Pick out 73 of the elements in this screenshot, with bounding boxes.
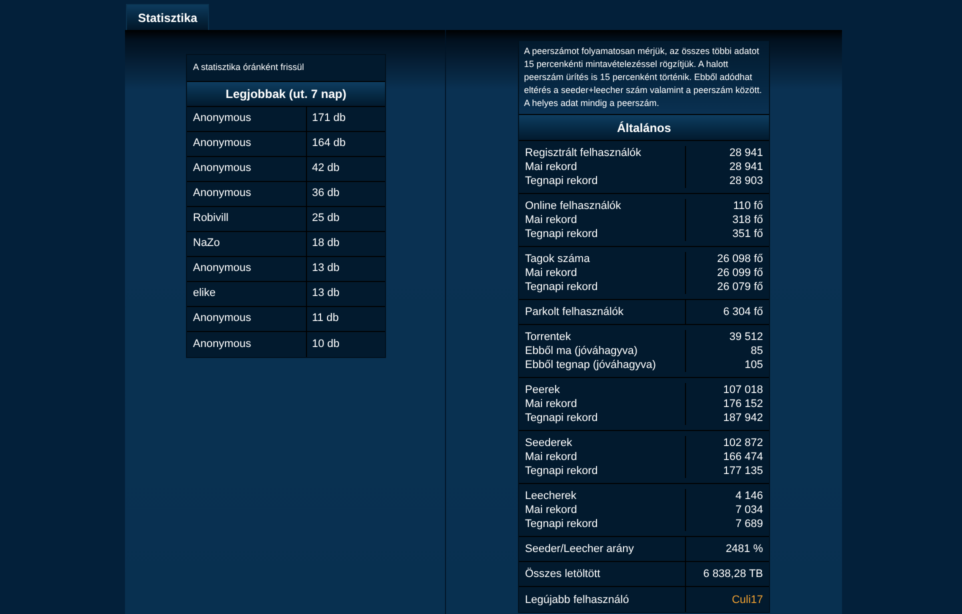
- stat-value: 26 098 fő: [717, 252, 763, 266]
- stat-value: 6 838,28 TB: [703, 567, 763, 581]
- stat-label: Mai rekord: [525, 213, 578, 227]
- stat-value: 26 099 fő: [717, 266, 763, 280]
- table-cell-text: 171 db: [311, 111, 347, 126]
- table-cell-text: 164 db: [311, 136, 347, 152]
- table-cell-text: 18 db: [311, 236, 341, 252]
- stat-value: 4 146: [735, 489, 763, 503]
- stat-label: Tegnapi rekord: [525, 227, 599, 241]
- stat-label: Tegnapi rekord: [525, 464, 599, 478]
- stat-value: 85: [750, 344, 763, 358]
- table-cell: Anonymous: [187, 132, 307, 156]
- stat-value: 28 941: [729, 160, 763, 174]
- stat-label: Online felhasználók: [525, 199, 622, 213]
- table-cell: NaZo: [187, 232, 307, 256]
- stat-label: Regisztrált felhasználók: [525, 146, 642, 160]
- table-cell: Robivill: [187, 206, 307, 230]
- table-cell-text: 13 db: [311, 286, 341, 302]
- stat-label: Mai rekord: [525, 397, 578, 411]
- table-cell: Anonymous: [187, 332, 307, 356]
- stat-label: Legújabb felhasználó: [525, 592, 630, 606]
- stat-label: Tegnapi rekord: [525, 280, 599, 294]
- stat-value: 7 034: [735, 503, 763, 517]
- stat-label: Mai rekord: [525, 266, 578, 280]
- stat-value: 187 942: [723, 411, 763, 425]
- stat-label: Tegnapi rekord: [525, 517, 599, 531]
- stat-label: Összes letöltött: [525, 567, 602, 581]
- table-cell: Anonymous: [187, 106, 307, 130]
- stat-label: Parkolt felhasználók: [525, 305, 624, 319]
- table-cell-text: 10 db: [311, 336, 341, 352]
- table-heading: Általános: [519, 115, 769, 141]
- table-cell: Anonymous: [187, 156, 307, 180]
- table-cell-text: 13 db: [311, 261, 341, 276]
- table-cell: Anonymous: [187, 182, 307, 206]
- tab[interactable]: Statisztika: [126, 4, 210, 30]
- stat-value: 2481 %: [726, 542, 763, 556]
- stat-label: Ebből tegnap (jóváhagyva): [525, 358, 657, 372]
- stat-label: Torrentek: [525, 330, 572, 344]
- stat-label: Tegnapi rekord: [525, 411, 599, 425]
- stat-value: 351 fő: [732, 227, 763, 241]
- stat-label: Leecherek: [525, 489, 578, 503]
- table-heading: Legjobbak (ut. 7 nap): [187, 82, 385, 106]
- stat-value: 102 872: [723, 436, 763, 450]
- table-cell: Anonymous: [187, 306, 307, 330]
- stat-value: 28 903: [729, 174, 763, 188]
- stat-label: Seederek: [525, 436, 574, 450]
- stat-label: Peerek: [525, 383, 561, 397]
- table-cell-text: 36 db: [311, 186, 341, 202]
- stat-value: 110 fő: [733, 199, 763, 213]
- stat-value: 39 512: [729, 330, 763, 344]
- table-cell-text: 42 db: [311, 161, 341, 176]
- table-cell: elike: [187, 282, 307, 306]
- stat-value: 177 135: [723, 464, 763, 478]
- user-link[interactable]: Culi17: [732, 592, 763, 606]
- stat-label: Ebből ma (jóváhagyva): [525, 344, 639, 358]
- stat-label: Mai rekord: [525, 160, 578, 174]
- stat-value: 6 304 fő: [723, 305, 763, 319]
- stat-value: 28 941: [729, 146, 763, 160]
- table-cell: Anonymous: [187, 256, 307, 280]
- stat-label: Tegnapi rekord: [525, 174, 599, 188]
- stat-value: 166 474: [723, 450, 763, 464]
- stat-label: Seeder/Leecher arány: [525, 542, 635, 556]
- stat-label: Tagok száma: [525, 252, 591, 266]
- stat-value: 7 689: [735, 517, 763, 531]
- stat-value: 107 018: [723, 383, 763, 397]
- stat-value: 105: [744, 358, 763, 372]
- stat-label: Mai rekord: [525, 450, 578, 464]
- stat-value: 318 fő: [732, 213, 763, 227]
- table-cell-text: 11 db: [311, 311, 340, 326]
- stat-value: 26 079 fő: [717, 280, 763, 294]
- table-cell-text: 25 db: [311, 211, 341, 226]
- stat-label: Mai rekord: [525, 503, 578, 517]
- stat-value: 176 152: [723, 397, 763, 411]
